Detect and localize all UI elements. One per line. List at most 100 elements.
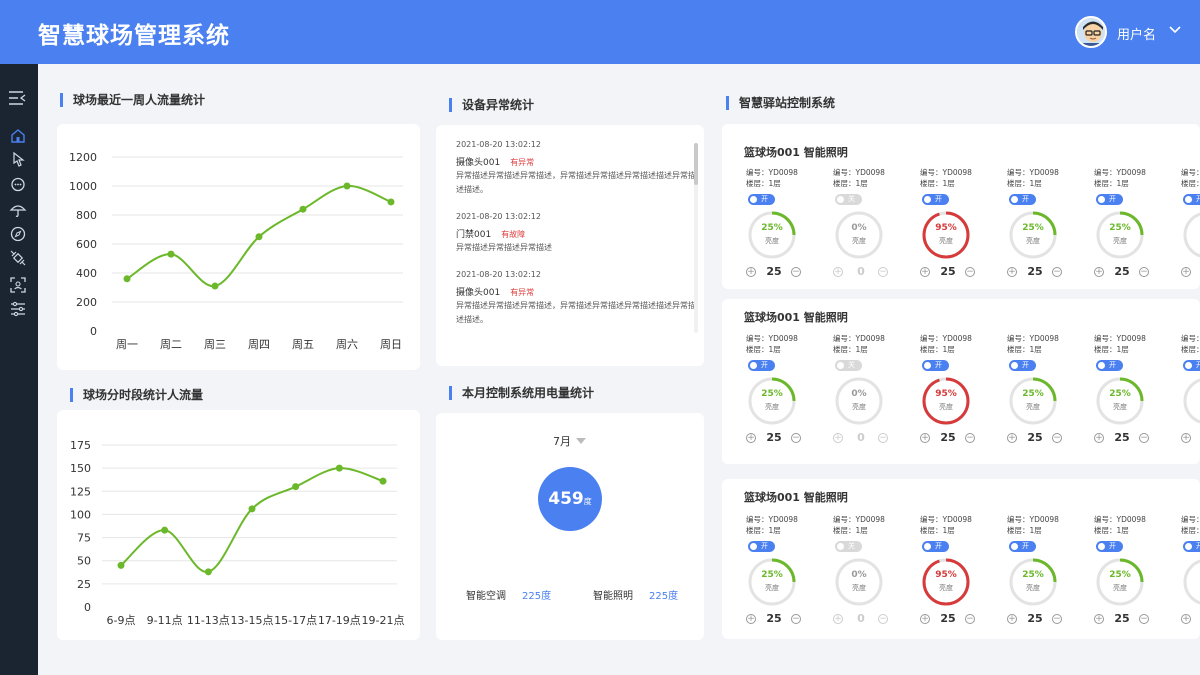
plus-icon[interactable]: + [746, 433, 756, 443]
plus-icon[interactable]: + [1007, 614, 1017, 624]
data-point[interactable] [211, 282, 219, 290]
plus-icon[interactable]: + [1094, 433, 1104, 443]
plus-icon[interactable]: + [1094, 614, 1104, 624]
minus-icon[interactable]: − [878, 614, 888, 624]
brightness-value: 25 [1114, 265, 1130, 278]
data-point[interactable] [248, 505, 256, 513]
power-toggle[interactable]: 开 [922, 360, 949, 371]
minus-icon[interactable]: − [878, 267, 888, 277]
power-toggle[interactable]: 开 [1096, 194, 1123, 205]
data-point[interactable] [299, 205, 307, 213]
minus-icon[interactable]: − [791, 267, 801, 277]
power-toggle[interactable]: 开 [748, 194, 775, 205]
plus-icon[interactable]: + [746, 614, 756, 624]
plus-icon[interactable]: + [920, 433, 930, 443]
log-status: 有异常 [510, 158, 535, 167]
data-point[interactable] [161, 526, 169, 534]
data-point[interactable] [123, 275, 131, 283]
data-point[interactable] [335, 464, 343, 472]
power-toggle[interactable]: 关 [835, 360, 862, 371]
month-select[interactable]: 7月 [553, 433, 586, 449]
toggle-knob [924, 362, 931, 369]
minus-icon[interactable]: − [791, 433, 801, 443]
satellite-icon[interactable] [9, 249, 27, 267]
minus-icon[interactable]: − [791, 614, 801, 624]
power-toggle[interactable]: 开 [1183, 194, 1200, 205]
minus-icon[interactable]: − [1052, 433, 1062, 443]
power-toggle[interactable]: 开 [1183, 360, 1200, 371]
minus-icon[interactable]: − [878, 433, 888, 443]
power-toggle[interactable]: 开 [1096, 360, 1123, 371]
plus-icon[interactable]: + [1007, 433, 1017, 443]
minus-icon[interactable]: − [1139, 433, 1149, 443]
data-point[interactable] [117, 561, 125, 569]
toggle-knob [1098, 196, 1105, 203]
power-toggle[interactable]: 开 [1096, 541, 1123, 552]
minus-icon[interactable]: − [1139, 614, 1149, 624]
light-floor: 楼层：1层 [1094, 179, 1129, 188]
brightness-percent: 25% [761, 570, 783, 580]
brightness-value: 25 [940, 431, 956, 444]
court-title: 篮球场001 智能照明 [744, 311, 848, 324]
data-point[interactable] [292, 483, 300, 491]
data-point[interactable] [167, 250, 175, 258]
plus-icon[interactable]: + [833, 614, 843, 624]
x-tick-label: 9-11点 [147, 614, 183, 627]
light-floor: 楼层：1层 [920, 345, 955, 354]
compass-icon[interactable] [9, 225, 27, 243]
data-point[interactable] [343, 182, 351, 190]
home-icon[interactable] [9, 127, 27, 145]
minus-icon[interactable]: − [965, 433, 975, 443]
power-toggle[interactable]: 开 [1183, 541, 1200, 552]
scan-icon[interactable] [9, 276, 27, 294]
avatar[interactable] [1075, 16, 1107, 48]
minus-icon[interactable]: − [1052, 614, 1062, 624]
data-point[interactable] [204, 568, 212, 576]
y-tick-label: 150 [70, 462, 91, 475]
scrollbar-thumb[interactable] [694, 143, 698, 185]
data-point[interactable] [379, 477, 387, 485]
brightness-percent: 25% [1109, 223, 1131, 233]
plus-icon[interactable]: + [920, 614, 930, 624]
power-toggle[interactable]: 开 [1009, 194, 1036, 205]
toggle-knob [924, 196, 931, 203]
plus-icon[interactable]: + [1094, 267, 1104, 277]
brightness-ring [1096, 211, 1144, 259]
minus-icon[interactable]: − [1052, 267, 1062, 277]
light-code: 编号：YD0098 [746, 334, 798, 343]
x-tick-label: 11-13点 [187, 614, 230, 627]
umbrella-icon[interactable] [9, 201, 27, 219]
brightness-percent: 95% [935, 223, 957, 233]
power-toggle[interactable]: 关 [835, 541, 862, 552]
power-toggle[interactable]: 开 [922, 194, 949, 205]
plus-icon[interactable]: + [833, 433, 843, 443]
data-point[interactable] [255, 233, 263, 241]
power-toggle[interactable]: 关 [835, 194, 862, 205]
power-toggle[interactable]: 开 [1009, 541, 1036, 552]
power-toggle[interactable]: 开 [1009, 360, 1036, 371]
chat-icon[interactable] [9, 176, 27, 194]
menu-collapse-icon[interactable] [8, 90, 26, 106]
power-toggle[interactable]: 开 [748, 541, 775, 552]
minus-icon[interactable]: − [965, 614, 975, 624]
plus-icon[interactable]: + [833, 267, 843, 277]
plus-icon[interactable]: + [920, 267, 930, 277]
settings-sliders-icon[interactable] [9, 300, 27, 318]
plus-icon[interactable]: + [746, 267, 756, 277]
toggle-label: 开 [935, 361, 942, 369]
light-control: 编号：YD0098 楼层：1层关 0% 亮度 +0 − [831, 167, 911, 287]
pointer-icon[interactable] [9, 151, 27, 169]
power-toggle[interactable]: 开 [922, 541, 949, 552]
plus-icon[interactable]: + [1181, 614, 1191, 624]
chevron-down-icon[interactable] [1167, 22, 1183, 38]
court-title: 篮球场001 智能照明 [744, 491, 848, 504]
plus-icon[interactable]: + [1181, 433, 1191, 443]
plus-icon[interactable]: + [1007, 267, 1017, 277]
username[interactable]: 用户名 [1117, 24, 1156, 43]
data-point[interactable] [387, 198, 395, 206]
minus-icon[interactable]: − [965, 267, 975, 277]
plus-icon[interactable]: + [1181, 267, 1191, 277]
light-floor: 楼层：1层 [1181, 179, 1200, 188]
minus-icon[interactable]: − [1139, 267, 1149, 277]
power-toggle[interactable]: 开 [748, 360, 775, 371]
